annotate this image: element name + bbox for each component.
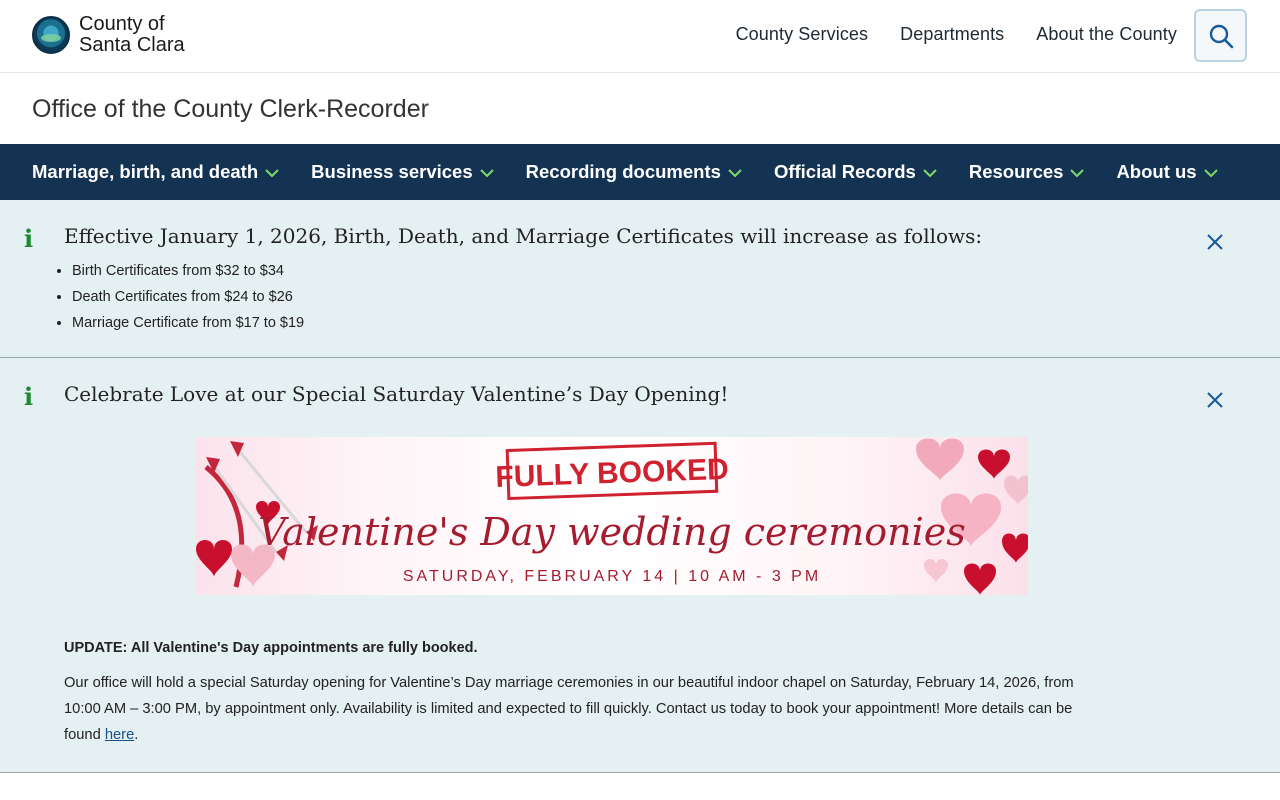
- list-item: Death Certificates from $24 to $26: [72, 284, 304, 310]
- close-icon[interactable]: [1205, 232, 1225, 252]
- update-notice: UPDATE: All Valentine's Day appointments…: [64, 640, 478, 656]
- nav-county-services[interactable]: County Services: [736, 24, 869, 45]
- menu-label: Official Records: [773, 161, 916, 182]
- logo-line-1: County of: [79, 13, 165, 35]
- menu-label: Resources: [968, 161, 1064, 182]
- logo-line-2: Santa Clara: [79, 34, 185, 56]
- chevron-down-icon: [1070, 169, 1085, 178]
- chevron-down-icon: [923, 169, 937, 178]
- fully-booked-stamp: FULLY BOOKED: [495, 441, 729, 501]
- nav-about-the-county[interactable]: About the County: [1036, 24, 1177, 45]
- valentines-details: Our office will hold a special Saturday …: [64, 670, 1084, 748]
- menu-label: About us: [1116, 161, 1197, 182]
- details-link[interactable]: here: [105, 727, 134, 743]
- fee-increase-alert: i Effective January 1, 2026, Birth, Deat…: [0, 200, 1280, 358]
- details-text: Our office will hold a special Saturday …: [64, 675, 1074, 743]
- details-end: .: [134, 727, 139, 743]
- menu-label: Recording documents: [525, 161, 721, 182]
- list-item: Marriage Certificate from $17 to $19: [72, 310, 304, 336]
- stamp-text: FULLY BOOKED: [495, 453, 729, 494]
- info-icon: i: [24, 224, 34, 253]
- menu-label: Business services: [311, 161, 473, 182]
- fee-list: Birth Certificates from $32 to $34 Death…: [72, 258, 304, 336]
- banner-headline: Valentine's Day wedding ceremonies: [258, 510, 965, 554]
- valentines-banner-image: FULLY BOOKED Valentine's Day wedding cer…: [196, 437, 1028, 595]
- logo-text: County of Santa Clara: [79, 14, 185, 56]
- valentines-alert: i Celebrate Love at our Special Saturday…: [0, 358, 1280, 773]
- chevron-down-icon: [265, 169, 279, 178]
- menu-about-us[interactable]: About us: [1116, 161, 1218, 183]
- info-icon: i: [24, 382, 34, 411]
- main-navigation: Marriage, birth, and death Business serv…: [0, 144, 1280, 200]
- site-header: County of Santa Clara County Services De…: [0, 0, 1280, 73]
- search-button[interactable]: [1194, 9, 1247, 62]
- menu-recording-documents[interactable]: Recording documents: [526, 161, 742, 183]
- menu-official-records[interactable]: Official Records: [774, 161, 937, 183]
- banner-graphic: FULLY BOOKED Valentine's Day wedding cer…: [196, 438, 1028, 595]
- list-item: Birth Certificates from $32 to $34: [72, 258, 304, 284]
- search-icon: [1209, 24, 1233, 48]
- chevron-down-icon: [728, 169, 742, 178]
- county-seal-icon: [32, 16, 70, 54]
- banner-subline: SATURDAY, FEBRUARY 14 | 10 AM - 3 PM: [403, 568, 821, 585]
- close-icon[interactable]: [1205, 390, 1225, 410]
- county-logo-link[interactable]: County of Santa Clara: [32, 14, 185, 56]
- nav-departments[interactable]: Departments: [900, 24, 1004, 45]
- menu-marriage-birth-death[interactable]: Marriage, birth, and death: [32, 161, 279, 183]
- alert-title: Effective January 1, 2026, Birth, Death,…: [64, 224, 983, 248]
- menu-business-services[interactable]: Business services: [311, 161, 494, 183]
- chevron-down-icon: [479, 169, 494, 178]
- page-title: Office of the County Clerk-Recorder: [32, 95, 429, 123]
- top-navigation: County Services Departments About the Co…: [736, 24, 1177, 45]
- menu-resources[interactable]: Resources: [969, 161, 1085, 183]
- chevron-down-icon: [1203, 169, 1218, 178]
- alert-title: Celebrate Love at our Special Saturday V…: [64, 382, 729, 406]
- office-title-bar: Office of the County Clerk-Recorder: [0, 73, 1280, 144]
- menu-label: Marriage, birth, and death: [32, 161, 259, 182]
